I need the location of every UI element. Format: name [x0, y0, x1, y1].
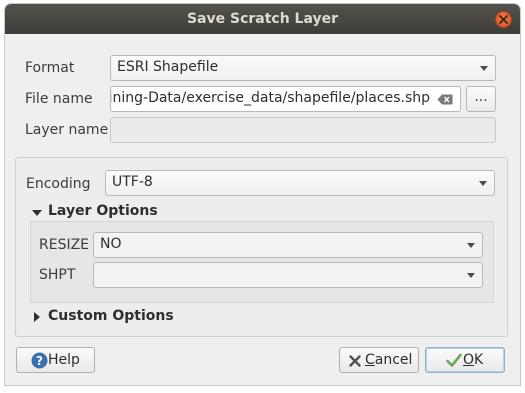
options-group: Encoding UTF-8 Layer Options RESIZE NO S…: [15, 157, 508, 337]
shpt-label: SHPT: [39, 267, 76, 283]
close-icon: [499, 15, 508, 24]
clear-icon[interactable]: [437, 94, 453, 105]
resize-value: NO: [100, 236, 122, 252]
help-label: Help: [48, 352, 80, 368]
encoding-label: Encoding: [26, 176, 91, 192]
layer-options-panel: RESIZE NO SHPT: [30, 221, 494, 303]
close-button[interactable]: [495, 11, 512, 28]
help-button[interactable]: ? Help: [16, 347, 95, 373]
encoding-value: UTF-8: [112, 174, 153, 190]
save-scratch-layer-dialog: Save Scratch Layer Format ESRI Shapefile…: [5, 4, 520, 385]
filename-input[interactable]: aining-Data/exercise_data/shapefile/plac…: [110, 86, 461, 112]
format-label: Format: [25, 60, 75, 76]
chevron-down-icon: [479, 181, 487, 186]
filename-label: File name: [25, 91, 93, 107]
cancel-x-icon: [349, 355, 361, 367]
title-bar: Save Scratch Layer: [5, 4, 520, 34]
filename-value: aining-Data/exercise_data/shapefile/plac…: [110, 90, 430, 106]
layername-input[interactable]: [110, 117, 496, 143]
chevron-down-icon: [467, 243, 475, 248]
chevron-down-icon: [467, 273, 475, 278]
cancel-button[interactable]: Cancel: [339, 347, 419, 373]
resize-select[interactable]: NO: [93, 232, 483, 258]
format-select[interactable]: ESRI Shapefile: [110, 55, 496, 81]
checkmark-icon: [446, 353, 462, 367]
chevron-down-icon: [480, 66, 488, 71]
resize-label: RESIZE: [39, 237, 90, 253]
layer-options-header: Layer Options: [48, 203, 158, 219]
format-value: ESRI Shapefile: [117, 59, 219, 75]
shpt-select[interactable]: [93, 262, 483, 288]
expanded-arrow-icon: [32, 210, 42, 216]
collapsed-arrow-icon: [34, 312, 40, 322]
layername-label: Layer name: [25, 122, 109, 138]
encoding-select[interactable]: UTF-8: [105, 170, 495, 196]
browse-button[interactable]: ...: [466, 86, 496, 112]
cancel-label: Cancel: [365, 352, 413, 368]
help-icon: ?: [31, 352, 48, 369]
svg-text:?: ?: [36, 354, 43, 368]
ok-button[interactable]: OK: [425, 347, 505, 373]
ok-label: OK: [463, 352, 484, 368]
dialog-title: Save Scratch Layer: [186, 11, 339, 27]
custom-options-header: Custom Options: [48, 308, 174, 324]
